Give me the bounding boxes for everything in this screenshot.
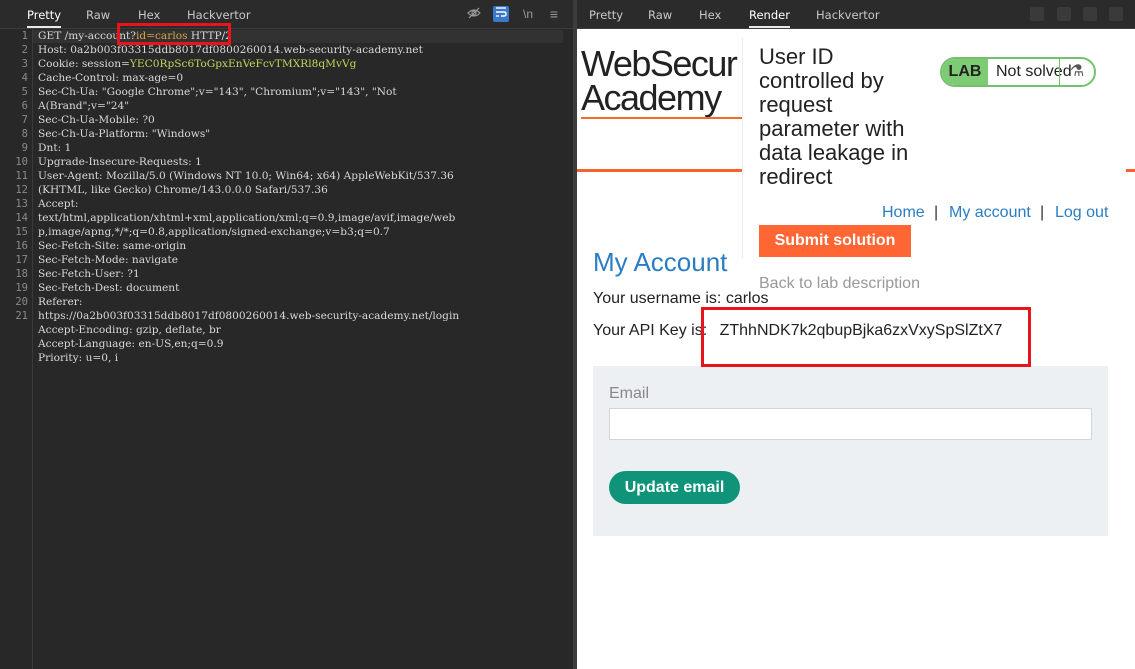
line-number: 17	[15, 254, 28, 266]
header-accept-cont-2: p,image/apng,*/*;q=0.8,application/signe…	[38, 226, 390, 238]
line-number: 4	[21, 72, 28, 84]
request-tabbar: Pretty Raw Hex Hackvertor \n ≡	[0, 0, 573, 29]
cookie-name: Cookie: session=	[38, 58, 130, 70]
line-number: 21	[15, 310, 28, 322]
wrap-icon[interactable]	[493, 6, 509, 22]
header-sec-fetch-mode: Sec-Fetch-Mode: navigate	[38, 254, 179, 266]
line-number: 5	[21, 86, 28, 98]
line-number: 1	[21, 30, 28, 42]
line-number: 9	[21, 142, 28, 154]
line-gutter: 1 2 3 4 5 6 7 8 9 10 11 12 13 14 15 16 17 18 19 20 21	[0, 29, 33, 669]
header-accept-encoding: Accept-Encoding: gzip, deflate, br	[38, 324, 221, 336]
header-sec-fetch-user: Sec-Fetch-User: ?1	[38, 268, 140, 280]
header-sec-ch-ua-mobile: Sec-Ch-Ua-Mobile: ?0	[38, 114, 155, 126]
lab-status-badge: LAB Not solved ⚗	[940, 57, 1096, 87]
line-number: 15	[15, 226, 28, 238]
header-cache-control: Cache-Control: max-age=0	[38, 72, 184, 84]
line-number: 6	[21, 100, 28, 112]
username-text: Your username is: carlos	[593, 290, 769, 307]
nav-separator: |	[1040, 204, 1045, 221]
tab-hex[interactable]: Hex	[699, 0, 721, 28]
wrap-icon	[1057, 7, 1071, 21]
newline-icon	[1083, 7, 1097, 21]
header-priority: Priority: u=0, i	[38, 352, 119, 364]
line-number: 16	[15, 240, 28, 252]
eye-off-icon[interactable]	[466, 6, 482, 22]
eye-off-icon	[1030, 7, 1044, 21]
header-sec-ch-ua-cont: A(Brand";v="24"	[38, 100, 130, 112]
web-security-academy-logo: WebSecur Academy	[581, 43, 738, 118]
tab-raw[interactable]: Raw	[86, 0, 110, 28]
menu-icon[interactable]: ≡	[546, 6, 562, 22]
line-number: 7	[21, 114, 28, 126]
line-number: 13	[15, 198, 28, 210]
nav-logout-link[interactable]: Log out	[1055, 204, 1108, 222]
logo-underline	[581, 117, 746, 119]
lab-label: LAB	[942, 59, 988, 85]
id-param-value: carlos	[155, 30, 188, 42]
menu-icon	[1109, 7, 1123, 21]
header-accept-cont-1: text/html,application/xhtml+xml,applicat…	[38, 212, 456, 224]
email-label: Email	[609, 385, 650, 402]
id-param-name: id=	[135, 30, 155, 42]
http-version: HTTP/2	[187, 30, 232, 42]
line-number: 12	[15, 184, 28, 196]
header-host: Host: 0a2b003f03315ddb8017df0800260014.w…	[38, 44, 423, 56]
logo-line-2: Academy	[581, 77, 722, 118]
api-key-line: Your API Key is: ZThhNDK7k2qbupBjka6zxVx…	[593, 322, 1002, 340]
newline-icon[interactable]: \n	[520, 6, 536, 22]
request-line-1: GET /my-account?id=carlos HTTP/2	[38, 30, 566, 42]
header-sec-ch-ua: Sec-Ch-Ua: "Google Chrome";v="143", "Chr…	[38, 86, 397, 98]
header-accept-language: Accept-Language: en-US,en;q=0.9	[38, 338, 224, 350]
api-key-value: ZThhNDK7k2qbupBjka6zxVxySpSlZtX7	[719, 322, 1003, 339]
change-email-form: Email Update email	[593, 366, 1108, 536]
tab-render[interactable]: Render	[749, 0, 790, 28]
request-editor[interactable]: 1 2 3 4 5 6 7 8 9 10 11 12 13 14 15 16 17 18 19 20 21 GET /m…	[0, 29, 573, 669]
header-upgrade-insecure: Upgrade-Insecure-Requests: 1	[38, 156, 202, 168]
tab-pretty[interactable]: Pretty	[589, 0, 623, 28]
header-sec-fetch-dest: Sec-Fetch-Dest: document	[38, 282, 180, 294]
line-number: 20	[15, 296, 28, 308]
header-sec-ch-ua-platform: Sec-Ch-Ua-Platform: "Windows"	[38, 128, 211, 140]
line-number: 2	[21, 44, 28, 56]
tab-hackvertor[interactable]: Hackvertor	[816, 0, 880, 28]
line-number: 18	[15, 268, 28, 280]
header-user-agent-cont: (KHTML, like Gecko) Chrome/143.0.0.0 Saf…	[38, 184, 328, 196]
logo-line-1: WebSecur	[581, 43, 738, 84]
header-sec-fetch-site: Sec-Fetch-Site: same-origin	[38, 240, 187, 252]
header-dnt: Dnt: 1	[38, 142, 72, 154]
back-to-lab-link[interactable]: Back to lab description	[759, 275, 920, 293]
tab-hackvertor[interactable]: Hackvertor	[187, 0, 251, 28]
update-email-button[interactable]: Update email	[609, 471, 740, 504]
email-field[interactable]	[609, 408, 1092, 440]
tab-hex[interactable]: Hex	[138, 0, 160, 28]
header-referer-cont: https://0a2b003f03315ddb8017df0800260014…	[38, 310, 460, 322]
rendered-page: WebSecur Academy User ID controlled by r…	[577, 29, 1135, 669]
tab-raw[interactable]: Raw	[648, 0, 672, 28]
line-number: 3	[21, 58, 28, 70]
line-number: 10	[15, 156, 28, 168]
nav-separator: |	[934, 204, 939, 221]
lab-title: User ID controlled by request parameter …	[759, 44, 909, 189]
tab-pretty[interactable]: Pretty	[27, 0, 62, 28]
response-tabbar: Pretty Raw Hex Render Hackvertor	[577, 0, 1135, 29]
nav-my-account-link[interactable]: My account	[949, 204, 1031, 222]
api-key-label: Your API Key is:	[593, 322, 708, 339]
header-cookie: Cookie: session=YEC0RpSc6ToGpxEnVeFcvTMX…	[38, 58, 566, 70]
header-user-agent: User-Agent: Mozilla/5.0 (Windows NT 10.0…	[38, 170, 454, 182]
nav-home-link[interactable]: Home	[882, 204, 925, 222]
request-pane: Pretty Raw Hex Hackvertor \n ≡ 123456789…	[0, 0, 573, 669]
page-title: My Account	[593, 247, 728, 277]
line-number: 19	[15, 282, 28, 294]
request-method-path: GET /my-account?	[38, 30, 136, 42]
header-referer: Referer:	[38, 296, 83, 308]
line-number: 14	[15, 212, 28, 224]
line-number: 11	[15, 170, 28, 182]
cookie-value: YEC0RpSc6ToGpxEnVeFcvTMXRl8qMvVg	[129, 58, 357, 70]
response-pane: Pretty Raw Hex Render Hackvertor WebSecu…	[577, 0, 1135, 669]
header-accept: Accept:	[38, 198, 79, 210]
line-number: 8	[21, 128, 28, 140]
submit-solution-button[interactable]: Submit solution	[759, 225, 911, 257]
flask-icon: ⚗	[1059, 59, 1094, 85]
